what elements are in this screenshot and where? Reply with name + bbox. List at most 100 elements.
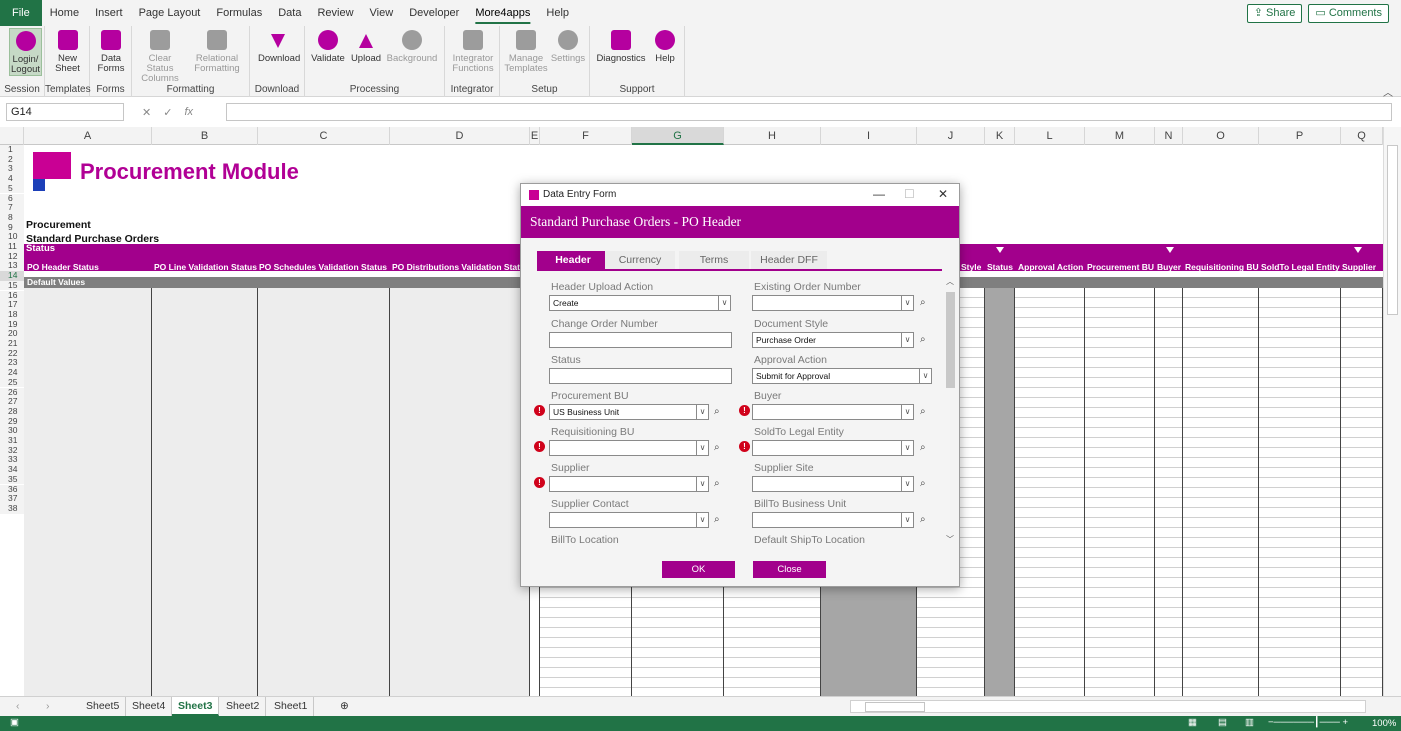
formula-input[interactable] xyxy=(226,103,1392,121)
dialog-titlebar[interactable]: Data Entry Form — ☐ ✕ xyxy=(521,184,959,206)
add-sheet-icon[interactable]: ⊕ xyxy=(334,697,355,716)
validate-button[interactable]: Validate xyxy=(311,28,345,64)
hdr-buyer[interactable]: Buyer xyxy=(1157,262,1181,272)
search-icon[interactable]: ⌕ xyxy=(714,406,720,417)
procurement-bu-input[interactable]: US Business Unit xyxy=(549,404,697,420)
requisitioning-bu-input[interactable] xyxy=(549,440,697,456)
supplier-input[interactable] xyxy=(549,476,697,492)
tab-review[interactable]: Review xyxy=(309,0,361,26)
hdr-po-line-validation-status[interactable]: PO Line Validation Status xyxy=(154,262,257,272)
upload-button[interactable]: Upload xyxy=(349,28,383,64)
billto-business-unit-input[interactable] xyxy=(752,512,902,528)
column-header-a[interactable]: A xyxy=(24,127,152,145)
column-header-h[interactable]: H xyxy=(724,127,821,145)
header-upload-action-select[interactable]: Create xyxy=(549,295,719,311)
search-icon[interactable]: ⌕ xyxy=(920,514,926,525)
status-column-d[interactable] xyxy=(390,288,530,696)
diagnostics-button[interactable]: Diagnostics xyxy=(596,28,646,64)
column-q[interactable] xyxy=(1341,288,1383,696)
settings-button[interactable]: Settings xyxy=(550,28,586,64)
tab-data[interactable]: Data xyxy=(270,0,309,26)
horizontal-scrollbar[interactable] xyxy=(850,700,1366,713)
dialog-tab-currency[interactable]: Currency xyxy=(605,251,675,269)
chevron-down-icon[interactable]: ∨ xyxy=(696,476,709,492)
prev-sheet-icon[interactable]: ‹ xyxy=(10,697,26,716)
fx-icon[interactable]: fx xyxy=(184,106,193,118)
status-column-b[interactable] xyxy=(152,288,258,696)
tab-insert[interactable]: Insert xyxy=(87,0,131,26)
column-header-k[interactable]: K xyxy=(985,127,1015,145)
approval-action-select[interactable]: Submit for Approval xyxy=(752,368,920,384)
chevron-down-icon[interactable]: ∨ xyxy=(901,295,914,311)
hdr-procurement-bu[interactable]: Procurement BU xyxy=(1087,262,1154,272)
filter-arrow-icon[interactable] xyxy=(1354,247,1362,253)
close-icon[interactable]: ✕ xyxy=(938,187,948,201)
search-icon[interactable]: ⌕ xyxy=(714,514,720,525)
column-header-m[interactable]: M xyxy=(1085,127,1155,145)
search-icon[interactable]: ⌕ xyxy=(920,442,926,453)
hdr-po-header-status[interactable]: PO Header Status xyxy=(27,262,99,272)
tab-developer[interactable]: Developer xyxy=(401,0,467,26)
hdr-style[interactable]: Style xyxy=(961,262,981,272)
page-break-view-icon[interactable]: ▥ xyxy=(1245,717,1254,728)
horizontal-scroll-thumb[interactable] xyxy=(865,702,925,712)
sheet-tab-sheet2[interactable]: Sheet2 xyxy=(220,697,267,716)
maximize-icon[interactable]: ☐ xyxy=(904,187,915,201)
dialog-tab-header[interactable]: Header xyxy=(537,251,609,269)
search-icon[interactable]: ⌕ xyxy=(714,442,720,453)
manage-templates-button[interactable]: Manage Templates xyxy=(504,28,548,74)
name-box[interactable]: G14 xyxy=(6,103,124,121)
soldto-legal-entity-input[interactable] xyxy=(752,440,902,456)
hdr-soldto-legal-entity[interactable]: SoldTo Legal Entity xyxy=(1261,262,1340,272)
search-icon[interactable]: ⌕ xyxy=(714,478,720,489)
normal-view-icon[interactable]: ▦ xyxy=(1188,717,1197,728)
new-sheet-button[interactable]: New Sheet xyxy=(51,28,84,74)
filter-arrow-icon[interactable] xyxy=(1166,247,1174,253)
column-header-e[interactable]: E xyxy=(530,127,540,145)
column-m[interactable] xyxy=(1085,288,1155,696)
column-header-c[interactable]: C xyxy=(258,127,390,145)
scroll-up-icon[interactable]: ︿ xyxy=(946,276,954,287)
supplier-site-input[interactable] xyxy=(752,476,902,492)
column-l[interactable] xyxy=(1015,288,1085,696)
status-input[interactable] xyxy=(549,368,732,384)
ok-button[interactable]: OK xyxy=(662,561,735,578)
hdr-po-schedules-validation-status[interactable]: PO Schedules Validation Status xyxy=(259,262,387,272)
search-icon[interactable]: ⌕ xyxy=(920,406,926,417)
dialog-tab-terms[interactable]: Terms xyxy=(679,251,749,269)
document-style-select[interactable]: Purchase Order xyxy=(752,332,902,348)
page-layout-view-icon[interactable]: ▤ xyxy=(1218,717,1227,728)
chevron-down-icon[interactable]: ∨ xyxy=(919,368,932,384)
chevron-down-icon[interactable]: ∨ xyxy=(901,512,914,528)
column-header-b[interactable]: B xyxy=(152,127,258,145)
download-button[interactable]: Download xyxy=(258,28,300,64)
chevron-down-icon[interactable]: ∨ xyxy=(901,440,914,456)
zoom-level[interactable]: 100% xyxy=(1372,718,1396,729)
background-button[interactable]: Background xyxy=(385,28,439,64)
column-p[interactable] xyxy=(1259,288,1341,696)
tab-page-layout[interactable]: Page Layout xyxy=(131,0,209,26)
chevron-down-icon[interactable]: ∨ xyxy=(901,332,914,348)
help-button[interactable]: Help xyxy=(650,28,680,64)
scroll-down-icon[interactable]: ﹀ xyxy=(946,534,954,545)
collapse-ribbon-icon[interactable]: ︿ xyxy=(1383,84,1393,99)
zoom-slider[interactable]: −──────┃─── + xyxy=(1268,717,1348,728)
column-header-f[interactable]: F xyxy=(540,127,632,145)
chevron-down-icon[interactable]: ∨ xyxy=(696,440,709,456)
clear-status-columns-button[interactable]: Clear Status Columns xyxy=(136,28,184,84)
share-button[interactable]: ⇪ Share xyxy=(1246,4,1303,23)
close-button[interactable]: Close xyxy=(753,561,826,578)
column-header-p[interactable]: P xyxy=(1259,127,1341,145)
column-header-d[interactable]: D xyxy=(390,127,530,145)
comments-button[interactable]: ▭ Comments xyxy=(1308,4,1389,23)
relational-formatting-button[interactable]: Relational Formatting xyxy=(190,28,244,74)
column-header-o[interactable]: O xyxy=(1183,127,1259,145)
existing-order-number-input[interactable] xyxy=(752,295,902,311)
sheet-tab-sheet4[interactable]: Sheet4 xyxy=(126,697,173,716)
column-o[interactable] xyxy=(1183,288,1259,696)
enter-icon[interactable]: ✓ xyxy=(163,106,172,119)
select-all-corner[interactable] xyxy=(0,127,24,145)
column-header-g[interactable]: G xyxy=(632,127,724,145)
column-header-i[interactable]: I xyxy=(821,127,917,145)
tab-file[interactable]: File xyxy=(0,0,42,26)
